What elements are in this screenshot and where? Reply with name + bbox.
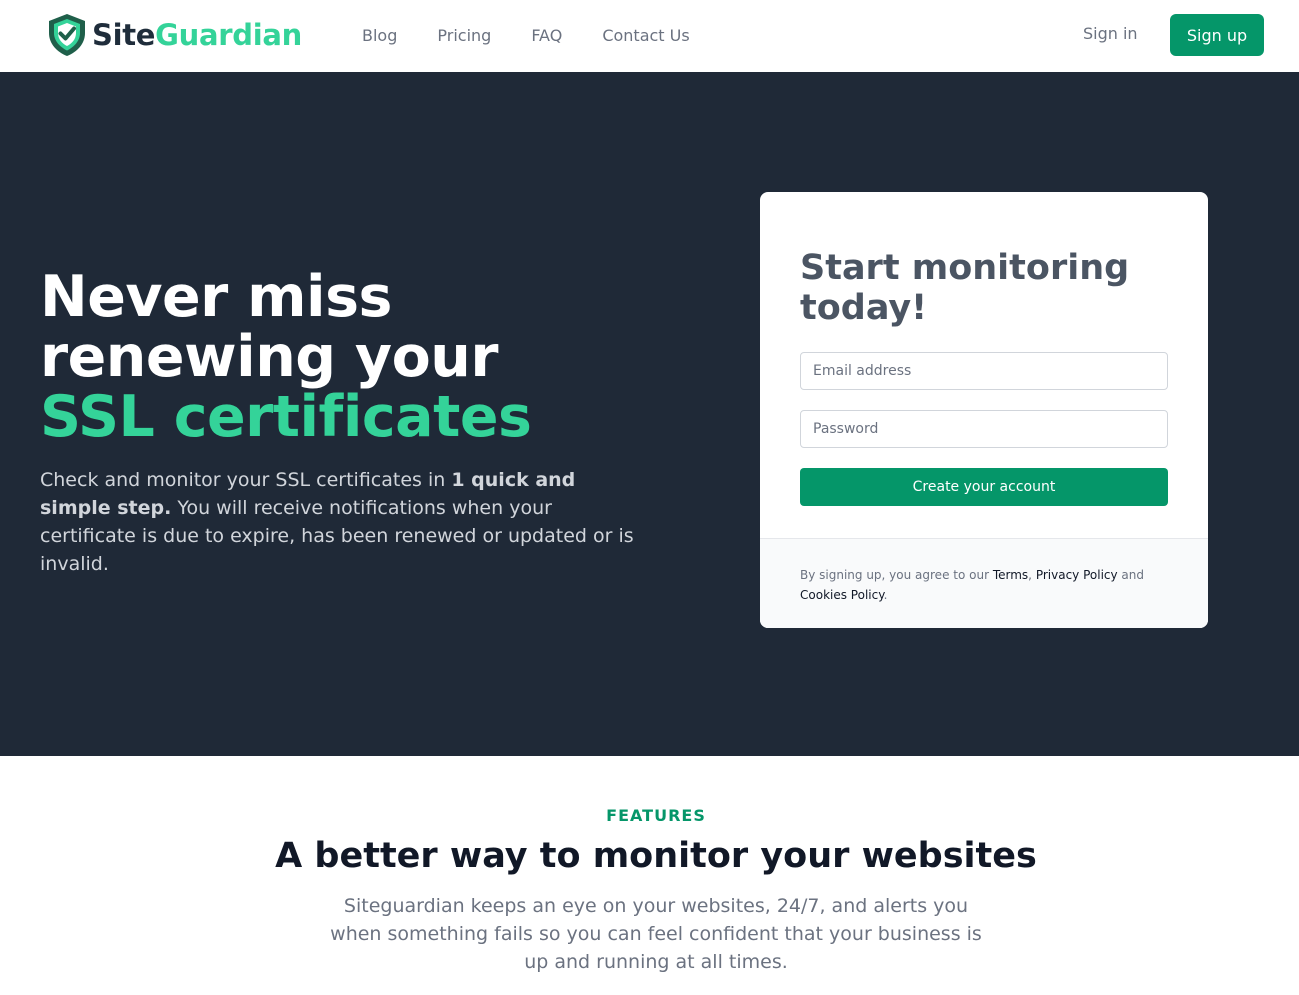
privacy-policy-link[interactable]: Privacy Policy <box>1036 568 1118 582</box>
nav-link-pricing[interactable]: Pricing <box>437 26 491 46</box>
site-logo[interactable]: SiteGuardian <box>46 13 302 57</box>
features-eyebrow: FEATURES <box>606 806 706 825</box>
hero-title: Never miss renewing your SSL certificate… <box>40 264 532 450</box>
legal-notice: By signing up, you agree to our Terms, P… <box>800 565 1170 605</box>
hero-title-line-1: Never miss <box>40 264 392 330</box>
terms-link[interactable]: Terms <box>993 568 1028 582</box>
hero-section: Never miss renewing your SSL certificate… <box>0 72 1299 756</box>
hero-title-accent: SSL certificates <box>40 384 532 450</box>
nav-link-blog[interactable]: Blog <box>362 26 397 46</box>
legal-comma: , <box>1028 568 1032 582</box>
cookies-policy-link[interactable]: Cookies Policy <box>800 588 884 602</box>
hero-description: Check and monitor your SSL certificates … <box>40 466 640 578</box>
password-field[interactable] <box>800 410 1168 448</box>
signup-card-footer: By signing up, you agree to our Terms, P… <box>760 538 1208 628</box>
features-description: Siteguardian keeps an eye on your websit… <box>330 895 982 973</box>
signup-card: Start monitoring today! Create your acco… <box>760 192 1208 628</box>
site-header: SiteGuardian Blog Pricing FAQ Contact Us… <box>0 0 1299 72</box>
features-title: A better way to monitor your websites <box>275 836 1037 876</box>
shield-check-icon <box>49 14 85 56</box>
nav-link-contact[interactable]: Contact Us <box>602 26 689 46</box>
hero-title-line-2: renewing your <box>40 324 498 390</box>
sign-up-button[interactable]: Sign up <box>1170 14 1264 56</box>
logo-text-guardian: Guardian <box>155 18 303 52</box>
email-field[interactable] <box>800 352 1168 390</box>
legal-and: and <box>1117 568 1144 582</box>
create-account-button[interactable]: Create your account <box>800 468 1168 506</box>
hero-desc-prefix: Check and monitor your SSL certificates … <box>40 469 452 491</box>
main-nav: Blog Pricing FAQ Contact Us <box>362 0 730 72</box>
sign-in-link[interactable]: Sign in <box>1083 24 1138 44</box>
legal-period: . <box>883 588 888 602</box>
logo-text-site: Site <box>92 18 156 52</box>
signup-card-title: Start monitoring today! <box>800 248 1130 328</box>
legal-prefix: By signing up, you agree to our <box>800 568 993 582</box>
logo-wordmark: SiteGuardian <box>92 13 302 57</box>
nav-link-faq[interactable]: FAQ <box>531 26 562 46</box>
